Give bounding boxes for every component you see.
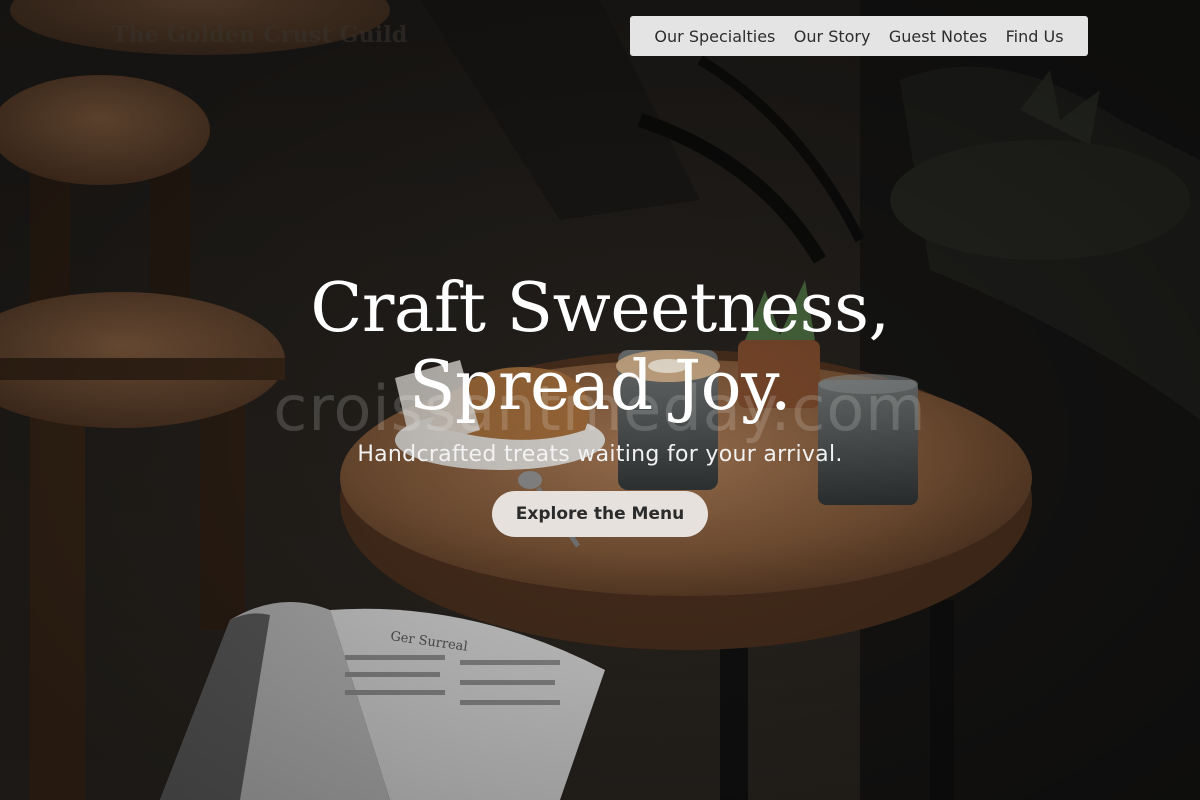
hero-subtitle: Handcrafted treats waiting for your arri…: [357, 442, 843, 467]
hero-section: Craft Sweetness, Spread Joy. Handcrafted…: [0, 270, 1200, 537]
main-navigation: Our Specialties Our Story Guest Notes Fi…: [630, 16, 1088, 56]
hero-headline-line-1: Craft Sweetness,: [310, 269, 890, 348]
nav-item-our-specialties[interactable]: Our Specialties: [654, 27, 775, 46]
hero-headline-line-2: Spread Joy.: [408, 347, 792, 426]
nav-item-find-us[interactable]: Find Us: [1006, 27, 1064, 46]
hero-headline: Craft Sweetness, Spread Joy.: [0, 270, 1200, 426]
brand-logo-text[interactable]: The Golden Crust Guild: [112, 22, 407, 48]
nav-item-our-story[interactable]: Our Story: [794, 27, 871, 46]
nav-item-guest-notes[interactable]: Guest Notes: [889, 27, 987, 46]
explore-menu-button[interactable]: Explore the Menu: [492, 491, 708, 537]
